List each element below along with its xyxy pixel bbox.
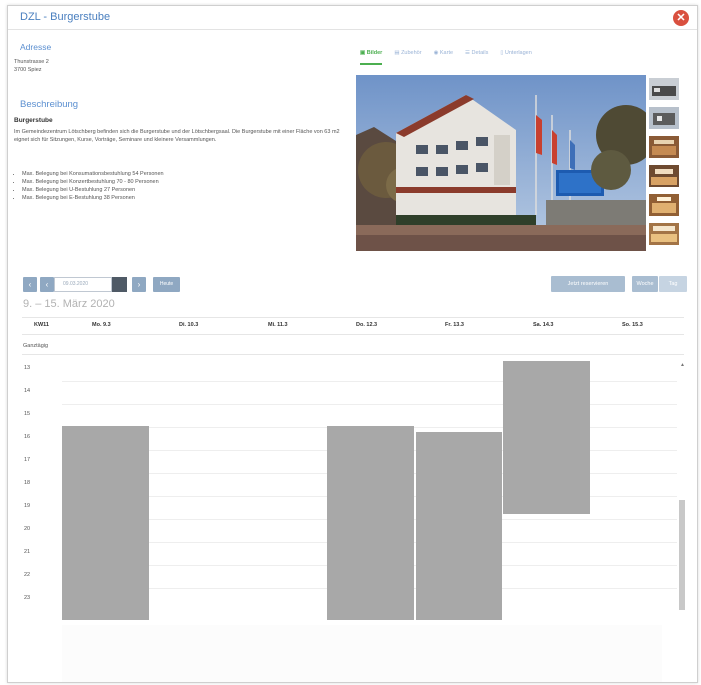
next-button[interactable]: › — [132, 277, 146, 292]
booked-slot[interactable] — [62, 426, 149, 620]
prev-day-button[interactable]: ‹ — [40, 277, 54, 292]
scrollbar-thumb[interactable] — [679, 500, 685, 610]
hour-label: 20 — [24, 526, 31, 532]
tab-details[interactable]: ☰ Details — [465, 47, 488, 65]
day-header[interactable]: Fr. 13.3 — [445, 322, 464, 328]
capacity-list: Max. Belegung bei Konsumationsbestuhlung… — [22, 170, 342, 202]
prev-button[interactable]: ‹ — [23, 277, 37, 292]
thumbnail[interactable] — [649, 223, 679, 245]
thumbnail-strip — [649, 78, 679, 252]
scroll-up-icon[interactable]: ▲ — [680, 362, 685, 368]
thumbnail[interactable] — [649, 107, 679, 129]
day-header[interactable]: Mo. 9.3 — [92, 322, 111, 328]
tab-zubehoer[interactable]: ▤ Zubehör — [394, 47, 421, 65]
capacity-item: Max. Belegung bei U-Bestuhlung 27 Person… — [22, 186, 342, 194]
thumbnail[interactable] — [649, 194, 679, 216]
detail-tabs: ▣ Bilder ▤ Zubehör ◉ Karte ☰ Details ▯ U… — [360, 47, 685, 65]
hour-label: 21 — [24, 549, 31, 555]
image-icon: ▣ — [360, 50, 367, 56]
thumbnail[interactable] — [649, 78, 679, 100]
reserve-button[interactable]: Jetzt reservieren — [551, 276, 625, 292]
close-icon[interactable]: ✕ — [673, 10, 689, 26]
description-text: Im Gemeindezentrum Lötschberg befinden s… — [14, 129, 340, 143]
today-button[interactable]: Heute — [153, 277, 180, 292]
capacity-item: Max. Belegung bei Konzertbestuhlung 70 -… — [22, 178, 342, 186]
date-input[interactable]: 09.03.2020 — [54, 277, 112, 292]
hour-label: 13 — [24, 365, 31, 371]
chevron-left-icon: ‹ — [28, 280, 32, 289]
divider — [22, 334, 684, 335]
hour-label: 19 — [24, 503, 31, 509]
week-view-button[interactable]: Woche — [632, 276, 658, 292]
description-heading: Burgerstube — [14, 117, 53, 124]
divider — [22, 354, 684, 355]
booked-slot[interactable] — [327, 426, 414, 620]
calendar-icon[interactable] — [112, 277, 127, 292]
day-header[interactable]: Do. 12.3 — [356, 322, 377, 328]
description-title: Beschreibung — [20, 99, 79, 110]
booked-slot[interactable] — [416, 432, 502, 620]
day-view-button[interactable]: Tag — [659, 276, 687, 292]
capacity-item: Max. Belegung bei E-Bestuhlung 38 Person… — [22, 194, 342, 202]
tab-bilder[interactable]: ▣ Bilder — [360, 47, 383, 65]
day-header[interactable]: Di. 10.3 — [179, 322, 198, 328]
hour-label: 22 — [24, 572, 31, 578]
chevron-left-icon: ‹ — [45, 280, 49, 289]
day-header[interactable]: Sa. 14.3 — [533, 322, 554, 328]
tab-karte[interactable]: ◉ Karte — [434, 47, 453, 65]
hour-label: 15 — [24, 411, 31, 417]
week-number: KW11 — [34, 322, 49, 328]
main-photo[interactable] — [356, 75, 646, 251]
hour-label: 23 — [24, 595, 31, 601]
hour-label: 18 — [24, 480, 31, 486]
grid-footer — [62, 625, 662, 682]
modal-header: DZL - Burgerstube ✕ — [8, 6, 697, 30]
address-line-2: 3700 Spiez — [14, 67, 42, 73]
hour-label: 17 — [24, 457, 31, 463]
day-header[interactable]: So. 15.3 — [622, 322, 643, 328]
chevron-right-icon: › — [137, 280, 141, 289]
address-line-1: Thunstrasse 2 — [14, 59, 49, 65]
date-range-title: 9. – 15. März 2020 — [23, 298, 115, 310]
day-header[interactable]: Mi. 11.3 — [268, 322, 288, 328]
thumbnail[interactable] — [649, 136, 679, 158]
hour-label: 14 — [24, 388, 31, 394]
address-title: Adresse — [20, 42, 52, 52]
hour-label: 16 — [24, 434, 31, 440]
modal-title: DZL - Burgerstube — [20, 11, 111, 23]
thumbnail[interactable] — [649, 165, 679, 187]
allday-label: Ganztägig — [23, 343, 49, 349]
tab-unterlagen[interactable]: ▯ Unterlagen — [500, 47, 531, 65]
capacity-item: Max. Belegung bei Konsumationsbestuhlung… — [22, 170, 342, 178]
booked-slot[interactable] — [503, 361, 590, 514]
divider — [22, 317, 684, 318]
